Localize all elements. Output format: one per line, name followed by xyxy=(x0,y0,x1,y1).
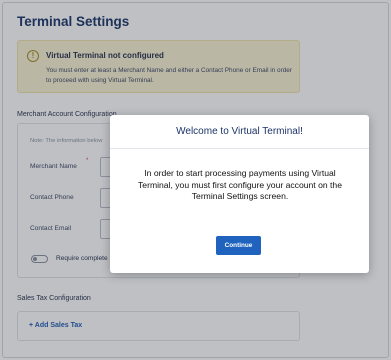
continue-button[interactable]: Continue xyxy=(216,236,261,255)
welcome-modal: Welcome to Virtual Terminal! In order to… xyxy=(110,115,369,273)
modal-title: Welcome to Virtual Terminal! xyxy=(176,126,303,137)
modal-body: In order to start processing payments us… xyxy=(138,168,342,201)
modal-header: Welcome to Virtual Terminal! xyxy=(110,115,369,149)
